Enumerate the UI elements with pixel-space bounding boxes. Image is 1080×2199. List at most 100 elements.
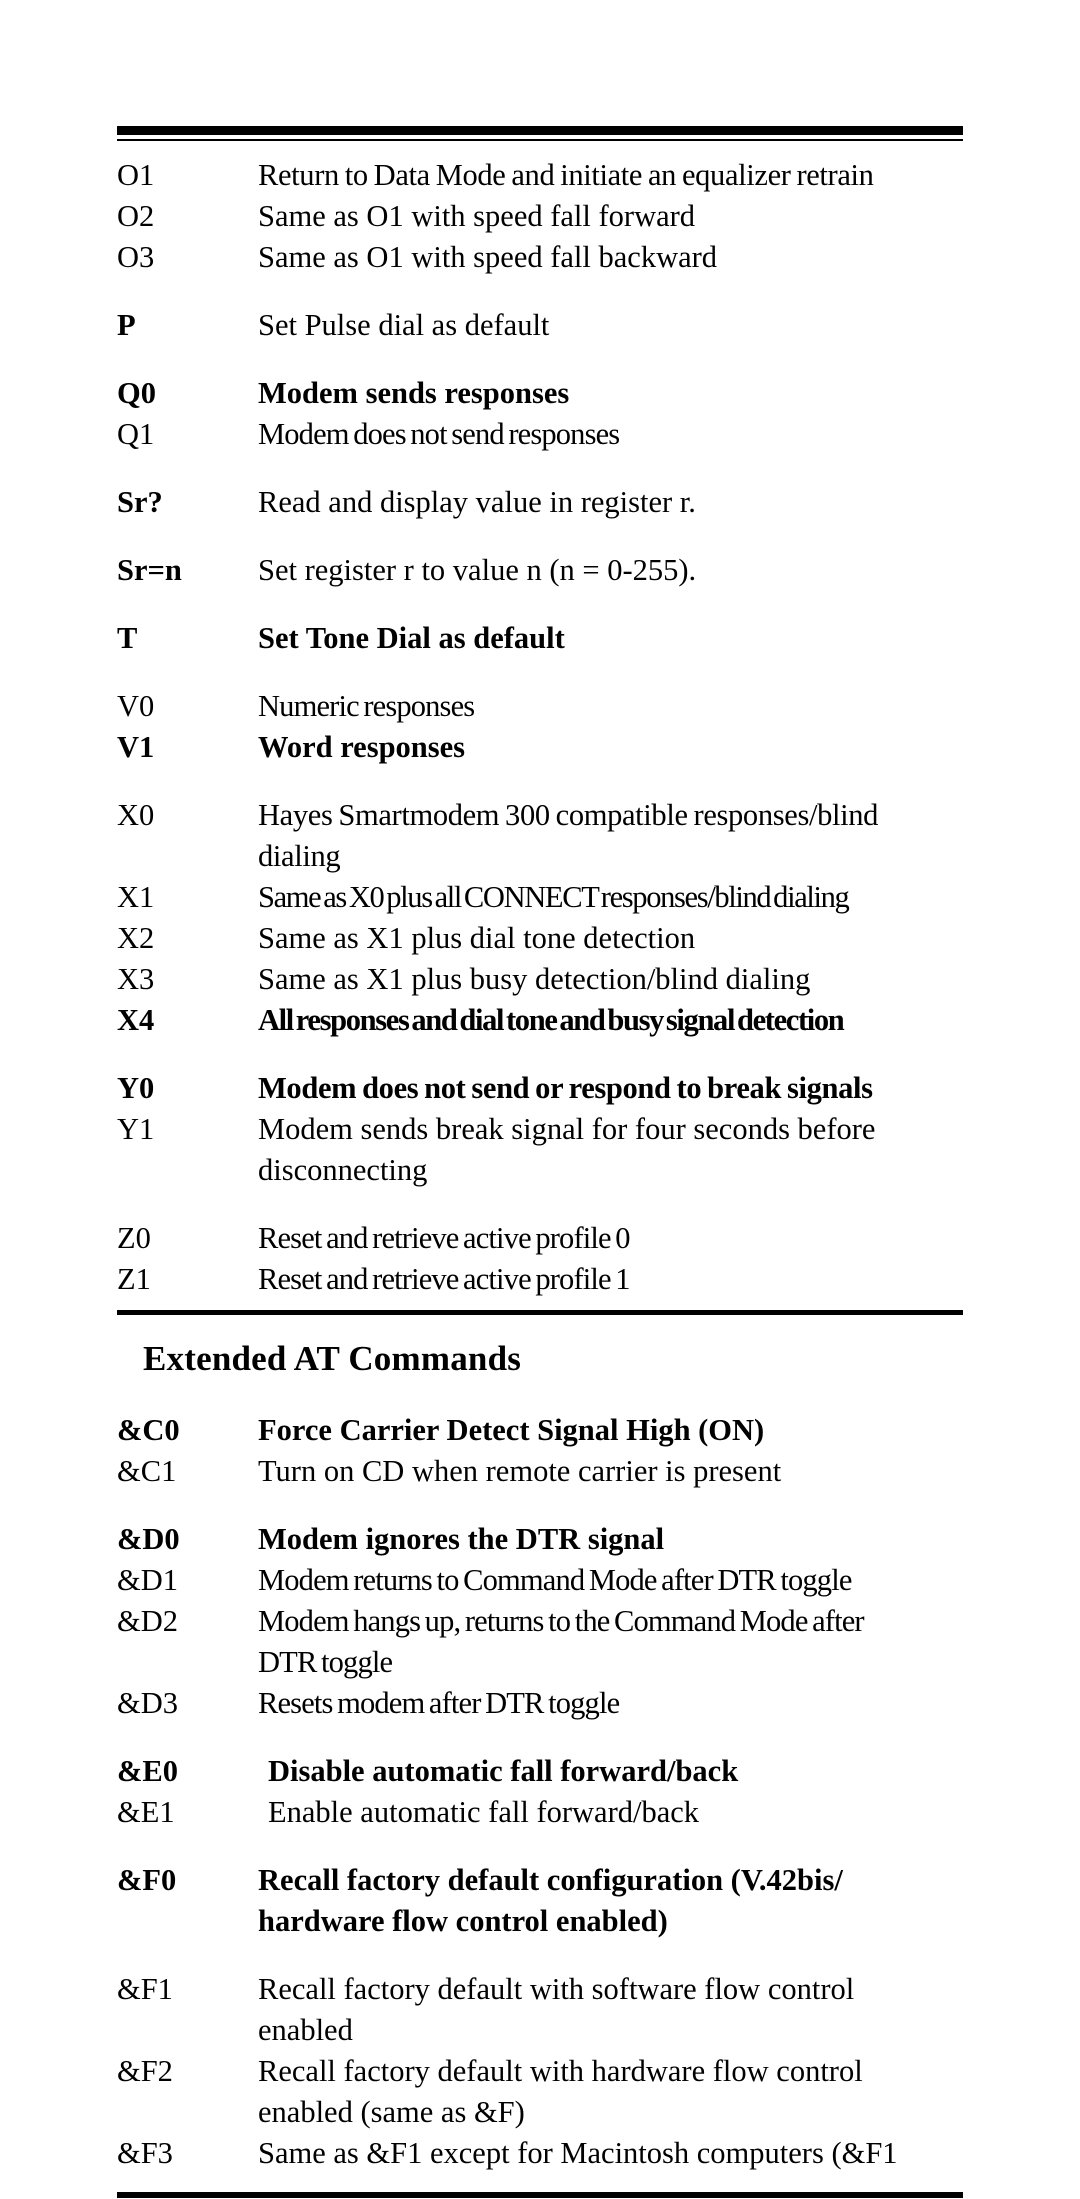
page-content-area: O1 Return to Data Mode and initiate an eq…: [117, 0, 963, 2199]
command-description: Same as O1 with speed fall forward: [258, 199, 696, 233]
command-row: &C1 Turn on CD when remote carrier is pre…: [117, 1451, 963, 1492]
command-row: &F2 Recall factory default with hardware …: [117, 2051, 963, 2133]
command-row: &F1 Recall factory default with software …: [117, 1969, 963, 2051]
command-row: Y0 Modem does not send or respond to brea…: [117, 1068, 963, 1109]
section-heading-extended-at-commands: Extended AT Commands: [143, 1339, 522, 1378]
command-description: Modem returns to Command Mode after DTR …: [258, 1563, 852, 1597]
command-description-wrapped-line: dialing: [258, 839, 341, 873]
command-row: V1 Word responses: [117, 727, 963, 768]
command-description: Reset and retrieve active profile 1: [258, 1262, 631, 1296]
command-code: X0: [117, 798, 155, 832]
command-row: &D0 Modem ignores the DTR signal: [117, 1519, 963, 1560]
command-row: Q1 Modem does not send responses: [117, 414, 963, 455]
header-rule-thick: [117, 126, 963, 135]
command-description: All responses and dial tone and busy sig…: [258, 1003, 845, 1037]
command-description: Modem ignores the DTR signal: [258, 1522, 665, 1556]
command-row: &D1 Modem returns to Command Mode after D…: [117, 1560, 963, 1601]
command-code: Sr=n: [117, 553, 182, 587]
command-code: &D3: [117, 1686, 178, 1720]
command-code: &E1: [117, 1795, 175, 1829]
command-code: O3: [117, 240, 155, 274]
command-row: V0 Numeric responses: [117, 686, 963, 727]
footer-rule: [117, 2192, 963, 2198]
command-row: X4 All responses and dial tone and busy s…: [117, 1000, 963, 1041]
command-description: Recall factory default with software flo…: [258, 1969, 963, 2051]
command-row: Q0 Modem sends responses: [117, 373, 963, 414]
command-description-wrapped-line: enabled: [258, 2013, 353, 2047]
command-row: &C0 Force Carrier Detect Signal High (ON): [117, 1410, 963, 1451]
command-code: Q1: [117, 417, 155, 451]
command-description: Same as &F1 except for Macintosh compute…: [258, 2136, 898, 2170]
document-page: O1 Return to Data Mode and initiate an eq…: [0, 0, 1080, 2199]
command-row: &F3 Same as &F1 except for Macintosh comp…: [117, 2133, 963, 2174]
command-description: Modem hangs up, returns to the Command M…: [258, 1601, 963, 1683]
command-description: Set Tone Dial as default: [258, 621, 565, 655]
command-code: Q0: [117, 376, 156, 410]
command-description-wrapped-line: disconnecting: [258, 1153, 428, 1187]
command-description-wrapped-line: enabled (same as &F): [258, 2095, 525, 2129]
command-row: &E0 Disable automatic fall forward/back: [117, 1751, 963, 1792]
command-code: &D0: [117, 1522, 180, 1556]
command-description: Hayes Smartmodem 300 compatible response…: [258, 795, 963, 877]
command-description: Same as X0 plus all CONNECT responses/bl…: [258, 880, 850, 914]
command-description: Turn on CD when remote carrier is presen…: [258, 1454, 782, 1488]
command-description: Force Carrier Detect Signal High (ON): [258, 1413, 765, 1447]
command-code: Z1: [117, 1262, 151, 1296]
command-code: X3: [117, 962, 155, 996]
command-code: &F0: [117, 1863, 177, 1897]
command-row: &D2 Modem hangs up, returns to the Comman…: [117, 1601, 963, 1683]
command-row: &E1 Enable automatic fall forward/back: [117, 1792, 963, 1833]
command-code: P: [117, 308, 136, 342]
command-row: O2 Same as O1 with speed fall forward: [117, 196, 963, 237]
command-code: &F3: [117, 2136, 173, 2170]
command-description: Resets modem after DTR toggle: [258, 1686, 620, 1720]
command-description: Recall factory default with hardware flo…: [258, 2051, 963, 2133]
command-code: &D1: [117, 1563, 178, 1597]
extended-at-commands-table: &C0 Force Carrier Detect Signal High (ON)…: [117, 1410, 963, 2174]
command-row: Sr=n Set register r to value n (n = 0-255…: [117, 550, 963, 591]
command-code: &C1: [117, 1454, 177, 1488]
command-code: O2: [117, 199, 155, 233]
command-code: &D2: [117, 1604, 178, 1638]
command-description: Same as O1 with speed fall backward: [258, 240, 718, 274]
command-code: &F2: [117, 2054, 173, 2088]
command-row: &F0 Recall factory default configuration …: [117, 1860, 963, 1942]
command-row: X3 Same as X1 plus busy detection/blind d…: [117, 959, 963, 1000]
command-code: Z0: [117, 1221, 151, 1255]
command-description: Enable automatic fall forward/back: [268, 1795, 700, 1829]
command-code: V1: [117, 730, 155, 764]
command-row: &D3 Resets modem after DTR toggle: [117, 1683, 963, 1724]
command-description: Reset and retrieve active profile 0: [258, 1221, 631, 1255]
command-description: Modem sends responses: [258, 376, 570, 410]
command-row: Sr? Read and display value in register r.: [117, 482, 963, 523]
command-row: Z1 Reset and retrieve active profile 1: [117, 1259, 963, 1300]
command-description: Modem does not send responses: [258, 417, 620, 451]
command-description: Disable automatic fall forward/back: [268, 1754, 739, 1788]
command-code: V0: [117, 689, 155, 723]
command-code: Sr?: [117, 485, 163, 519]
command-description: Return to Data Mode and initiate an equa…: [258, 158, 874, 192]
header-rule-thin: [117, 139, 963, 141]
command-row: Z0 Reset and retrieve active profile 0: [117, 1218, 963, 1259]
command-code: &C0: [117, 1413, 180, 1447]
command-code: X4: [117, 1003, 155, 1037]
command-row: O3 Same as O1 with speed fall backward: [117, 237, 963, 278]
command-description: Set Pulse dial as default: [258, 308, 550, 342]
command-description: Numeric responses: [258, 689, 475, 723]
basic-at-commands-table: O1 Return to Data Mode and initiate an eq…: [117, 155, 963, 1300]
section-divider-rule: [117, 1310, 963, 1315]
command-description: Recall factory default configuration (V.…: [258, 1860, 963, 1942]
command-row: T Set Tone Dial as default: [117, 618, 963, 659]
command-description: Same as X1 plus busy detection/blind dia…: [258, 962, 811, 996]
command-code: O1: [117, 158, 155, 192]
command-description: Same as X1 plus dial tone detection: [258, 921, 696, 955]
command-code: X1: [117, 880, 155, 914]
command-description: Set register r to value n (n = 0-255).: [258, 553, 697, 587]
command-description: Modem sends break signal for four second…: [258, 1109, 963, 1191]
command-description: Modem does not send or respond to break …: [258, 1071, 873, 1105]
command-row: Y1 Modem sends break signal for four seco…: [117, 1109, 963, 1191]
command-row: X2 Same as X1 plus dial tone detection: [117, 918, 963, 959]
command-row: X0 Hayes Smartmodem 300 compatible respon…: [117, 795, 963, 877]
command-description: Word responses: [258, 730, 466, 764]
command-description: Read and display value in register r.: [258, 485, 696, 519]
